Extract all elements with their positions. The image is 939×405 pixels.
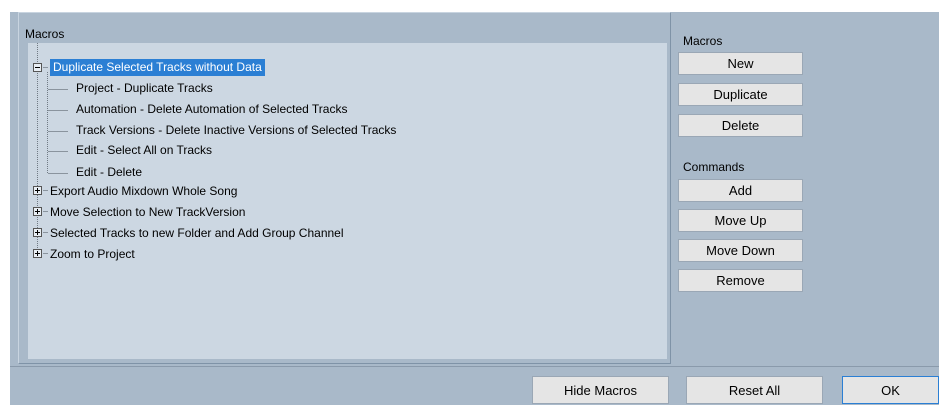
duplicate-macro-button[interactable]: Duplicate xyxy=(678,83,803,106)
add-command-button[interactable]: Add xyxy=(678,179,803,202)
remove-command-button[interactable]: Remove xyxy=(678,269,803,292)
macros-group-label: Macros xyxy=(25,27,65,41)
tree-node-command[interactable]: Edit - Select All on Tracks xyxy=(76,142,212,159)
expand-icon[interactable] xyxy=(33,228,42,237)
tree-node-macro[interactable]: Zoom to Project xyxy=(50,246,135,263)
tree-connector-line xyxy=(43,190,48,191)
tree-node-macro[interactable]: Move Selection to New TrackVersion xyxy=(50,204,245,221)
expand-icon[interactable] xyxy=(33,249,42,258)
tree-connector-line xyxy=(48,173,68,174)
macros-tree[interactable]: Duplicate Selected Tracks without Data P… xyxy=(28,43,667,359)
tree-connector-line xyxy=(43,211,48,212)
commands-section-label: Commands xyxy=(683,160,745,174)
tree-connector-line xyxy=(48,89,68,90)
expand-icon[interactable] xyxy=(33,207,42,216)
hide-macros-button[interactable]: Hide Macros xyxy=(532,376,669,404)
tree-node-command[interactable]: Automation - Delete Automation of Select… xyxy=(76,101,347,118)
ok-button[interactable]: OK xyxy=(842,376,939,404)
move-up-button[interactable]: Move Up xyxy=(678,209,803,232)
tree-node-macro-selected[interactable]: Duplicate Selected Tracks without Data xyxy=(50,59,265,76)
expand-icon[interactable] xyxy=(33,186,42,195)
new-macro-button[interactable]: New xyxy=(678,52,803,75)
tree-connector-line xyxy=(43,253,48,254)
move-down-button[interactable]: Move Down xyxy=(678,239,803,262)
tree-node-macro[interactable]: Selected Tracks to new Folder and Add Gr… xyxy=(50,225,344,242)
tree-connector-line xyxy=(43,67,48,68)
tree-node-command[interactable]: Edit - Delete xyxy=(76,164,142,181)
tree-node-command[interactable]: Track Versions - Delete Inactive Version… xyxy=(76,122,396,139)
tree-connector-line xyxy=(47,72,48,173)
tree-connector-line xyxy=(37,43,38,256)
tree-node-macro[interactable]: Export Audio Mixdown Whole Song xyxy=(50,183,237,200)
tree-connector-line xyxy=(43,232,48,233)
footer-separator xyxy=(10,366,939,367)
collapse-icon[interactable] xyxy=(33,63,42,72)
tree-connector-line xyxy=(48,131,68,132)
tree-connector-line xyxy=(48,151,68,152)
delete-macro-button[interactable]: Delete xyxy=(678,114,803,137)
reset-all-button[interactable]: Reset All xyxy=(686,376,823,404)
tree-node-command[interactable]: Project - Duplicate Tracks xyxy=(76,80,213,97)
tree-connector-line xyxy=(48,110,68,111)
macros-section-label: Macros xyxy=(683,34,723,48)
